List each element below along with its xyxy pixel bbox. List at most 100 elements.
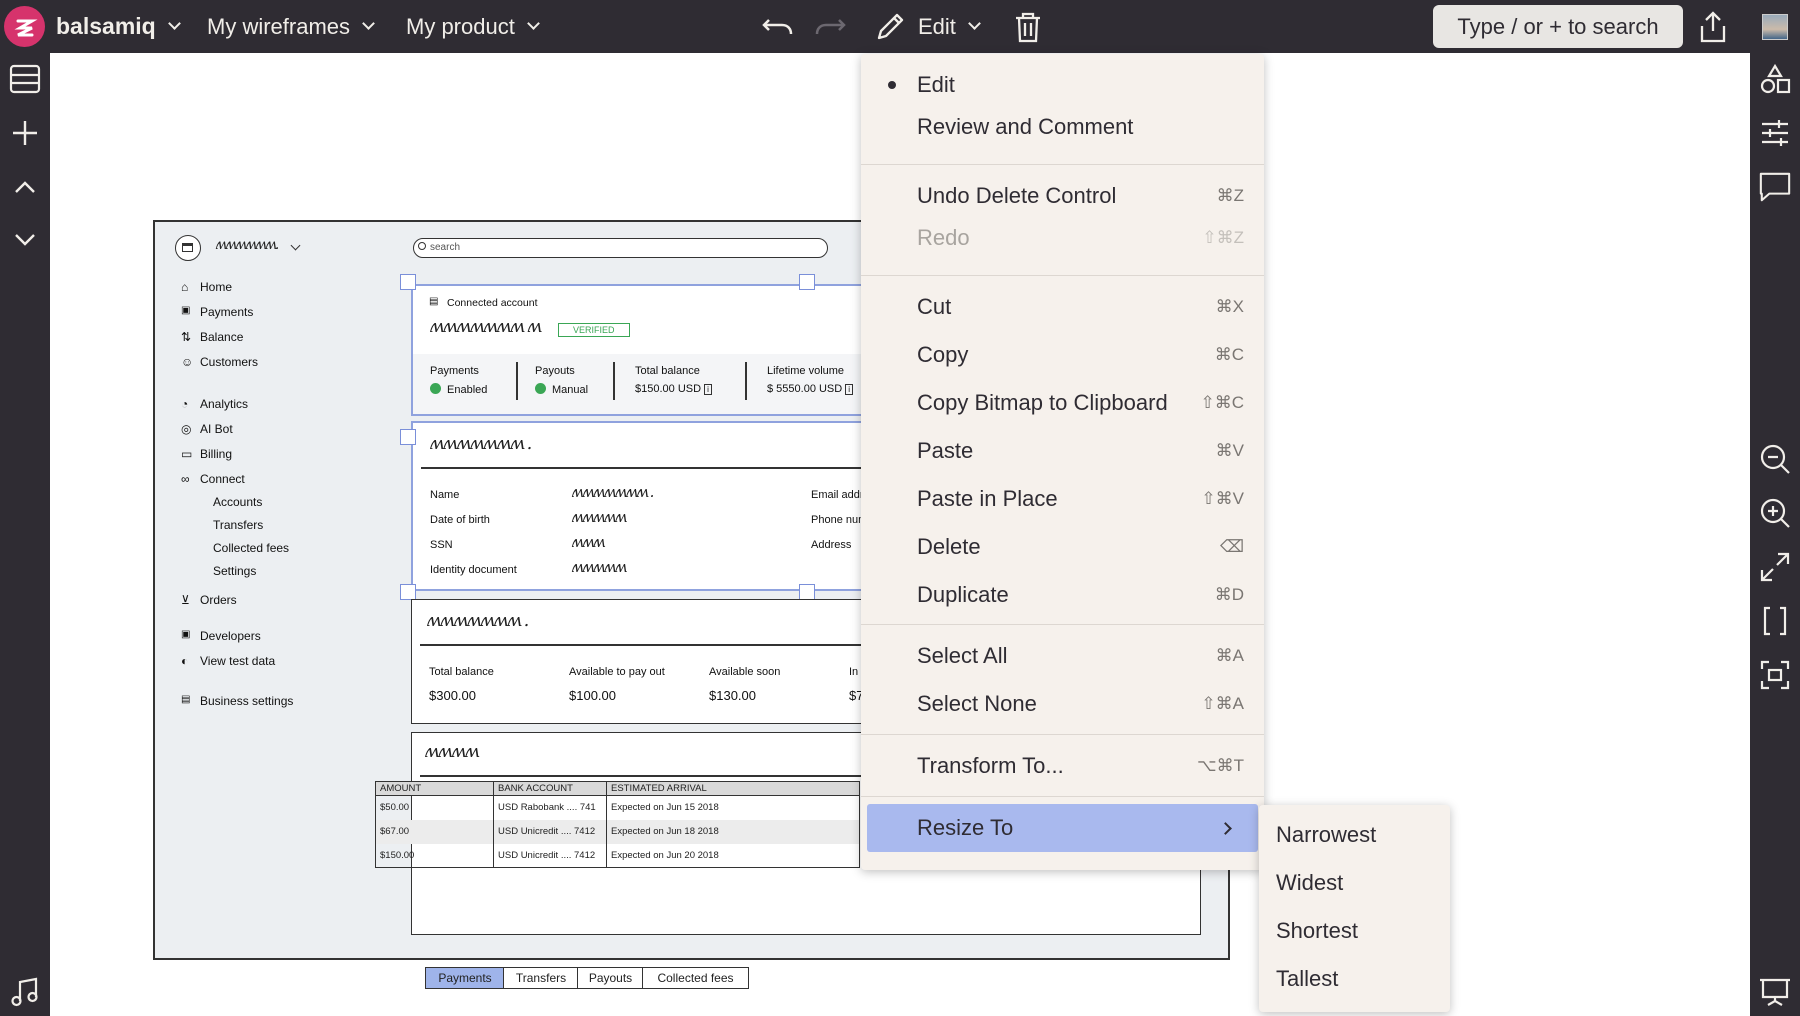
shortcut-label: ⇧⌘A xyxy=(1201,694,1244,713)
chevron-down-icon[interactable] xyxy=(8,223,42,257)
menu-item-copy[interactable]: Copy ⌘C xyxy=(861,331,1264,379)
menu-item-cut[interactable]: Cut ⌘X xyxy=(861,283,1264,331)
undo-icon xyxy=(762,18,793,34)
brackets-icon[interactable] xyxy=(1758,604,1792,638)
nav-connect-icon: ∞ xyxy=(181,472,190,486)
share-button[interactable] xyxy=(1697,0,1729,53)
delete-button[interactable] xyxy=(1012,0,1044,53)
search-input[interactable]: Type / or + to search xyxy=(1433,5,1683,48)
focus-selection-icon[interactable] xyxy=(1758,658,1792,692)
share-icon xyxy=(1700,10,1726,42)
fit-to-screen-icon[interactable] xyxy=(1758,550,1792,584)
shortcut-label: ⌘D xyxy=(1214,585,1244,604)
menu-item-delete[interactable]: Delete ⌫ xyxy=(861,523,1264,571)
nav-transfers[interactable]: Transfers xyxy=(213,518,263,532)
nav-connect[interactable]: Connect xyxy=(200,472,245,486)
table-header: BANK ACCOUNT xyxy=(493,781,607,796)
chevron-right-icon xyxy=(1219,821,1232,835)
nav-balance[interactable]: Balance xyxy=(200,330,243,344)
nav-accounts[interactable]: Accounts xyxy=(213,495,262,509)
menu-item-review-comment[interactable]: Review and Comment xyxy=(861,103,1264,151)
submenu-item-widest[interactable]: Widest xyxy=(1259,859,1450,907)
menu-divider xyxy=(861,796,1264,797)
redo-button[interactable] xyxy=(814,0,848,53)
resize-handle[interactable] xyxy=(799,274,815,290)
wireframe-search-input[interactable]: search xyxy=(413,238,828,258)
nav-orders[interactable]: Orders xyxy=(200,593,237,607)
menu-item-redo[interactable]: Redo ⇧⌘Z xyxy=(861,214,1264,262)
pencil-icon xyxy=(877,13,904,39)
undo-button[interactable] xyxy=(760,0,794,53)
table-row[interactable]: $50.00 USD Rabobank .... 741 Expected on… xyxy=(375,795,860,820)
brand-menu[interactable]: balsamiq xyxy=(56,0,181,53)
menu-item-copy-bitmap[interactable]: Copy Bitmap to Clipboard ⇧⌘C xyxy=(861,379,1264,427)
menu-item-edit[interactable]: Edit xyxy=(861,61,1264,109)
music-note-icon[interactable] xyxy=(8,975,42,1009)
table-row[interactable]: $150.00 USD Unicredit .... 7412 Expected… xyxy=(375,843,860,868)
menu-item-label: Paste xyxy=(917,438,974,463)
nav-ai-bot-icon: ◎ xyxy=(181,422,192,436)
search-icon xyxy=(418,242,426,250)
file-menu[interactable]: My product xyxy=(406,0,540,53)
menu-item-label: Delete xyxy=(917,534,981,559)
edit-mode-menu[interactable]: Edit xyxy=(872,0,981,53)
resize-handle[interactable] xyxy=(400,274,416,290)
avatar[interactable] xyxy=(1762,14,1788,40)
nav-billing[interactable]: Billing xyxy=(200,447,232,461)
table-header: ESTIMATED ARRIVAL xyxy=(606,781,860,796)
properties-sliders-icon[interactable] xyxy=(1758,116,1792,150)
nav-ai-bot[interactable]: AI Bot xyxy=(200,422,233,436)
detail-value-scribble: ʍʍʍʍʍ xyxy=(571,558,627,576)
nav-view-test-data[interactable]: View test data xyxy=(200,654,275,668)
navigator-icon[interactable] xyxy=(8,62,42,96)
nav-customers[interactable]: Customers xyxy=(200,355,258,369)
stat-value: Enabled xyxy=(430,383,487,396)
submenu-item-tallest[interactable]: Tallest xyxy=(1259,955,1450,1003)
nav-settings[interactable]: Settings xyxy=(213,564,256,578)
submenu-item-shortest[interactable]: Shortest xyxy=(1259,907,1450,955)
menu-item-select-all[interactable]: Select All ⌘A xyxy=(861,632,1264,680)
balsamiq-logo-icon[interactable] xyxy=(4,6,45,47)
resize-handle[interactable] xyxy=(400,584,416,600)
nav-customers-icon: ☺ xyxy=(181,355,194,369)
top-bar: balsamiq My wireframes My product Edit T… xyxy=(0,0,1800,53)
menu-item-select-none[interactable]: Select None ⇧⌘A xyxy=(861,680,1264,728)
table-row[interactable]: $67.00 USD Unicredit .... 7412 Expected … xyxy=(375,819,860,844)
resize-handle[interactable] xyxy=(400,429,416,445)
nav-business-settings[interactable]: Business settings xyxy=(200,694,293,708)
shapes-icon[interactable] xyxy=(1758,62,1792,96)
menu-item-resize-to[interactable]: Resize To xyxy=(867,804,1258,852)
nav-home[interactable]: Home xyxy=(200,280,232,294)
menu-item-label: Duplicate xyxy=(917,582,1009,607)
tab-payouts[interactable]: Payouts xyxy=(577,967,644,989)
add-icon[interactable] xyxy=(8,116,42,150)
stat-label: Total balance xyxy=(635,365,700,377)
tab-collected-fees[interactable]: Collected fees xyxy=(642,967,749,989)
submenu-item-narrowest[interactable]: Narrowest xyxy=(1259,811,1450,859)
resize-handle[interactable] xyxy=(799,584,815,600)
tab-transfers[interactable]: Transfers xyxy=(503,967,579,989)
menu-item-duplicate[interactable]: Duplicate ⌘D xyxy=(861,571,1264,619)
chevron-down-icon xyxy=(526,17,540,30)
comment-icon[interactable] xyxy=(1758,170,1792,204)
project-menu[interactable]: My wireframes xyxy=(207,0,375,53)
balance-value: $100.00 xyxy=(569,688,616,703)
menu-item-label: Redo xyxy=(917,225,970,250)
nav-collected-fees[interactable]: Collected fees xyxy=(213,541,289,555)
menu-item-paste-in-place[interactable]: Paste in Place ⇧⌘V xyxy=(861,475,1264,523)
zoom-out-icon[interactable] xyxy=(1758,442,1792,476)
tab-payments[interactable]: Payments xyxy=(425,967,505,989)
selected-bullet-icon xyxy=(888,81,896,89)
menu-item-label: Shortest xyxy=(1276,918,1358,943)
menu-item-undo[interactable]: Undo Delete Control ⌘Z xyxy=(861,172,1264,220)
nav-payments[interactable]: Payments xyxy=(200,305,253,319)
zoom-in-icon[interactable] xyxy=(1758,496,1792,530)
balance-value: $300.00 xyxy=(429,688,476,703)
nav-developers[interactable]: Developers xyxy=(200,629,261,643)
table-cell: $150.00 xyxy=(375,843,494,868)
chevron-up-icon[interactable] xyxy=(8,170,42,204)
menu-item-transform-to[interactable]: Transform To... ⌥⌘T xyxy=(861,742,1264,790)
menu-item-paste[interactable]: Paste ⌘V xyxy=(861,427,1264,475)
presentation-icon[interactable] xyxy=(1758,975,1792,1009)
nav-analytics[interactable]: Analytics xyxy=(200,397,248,411)
